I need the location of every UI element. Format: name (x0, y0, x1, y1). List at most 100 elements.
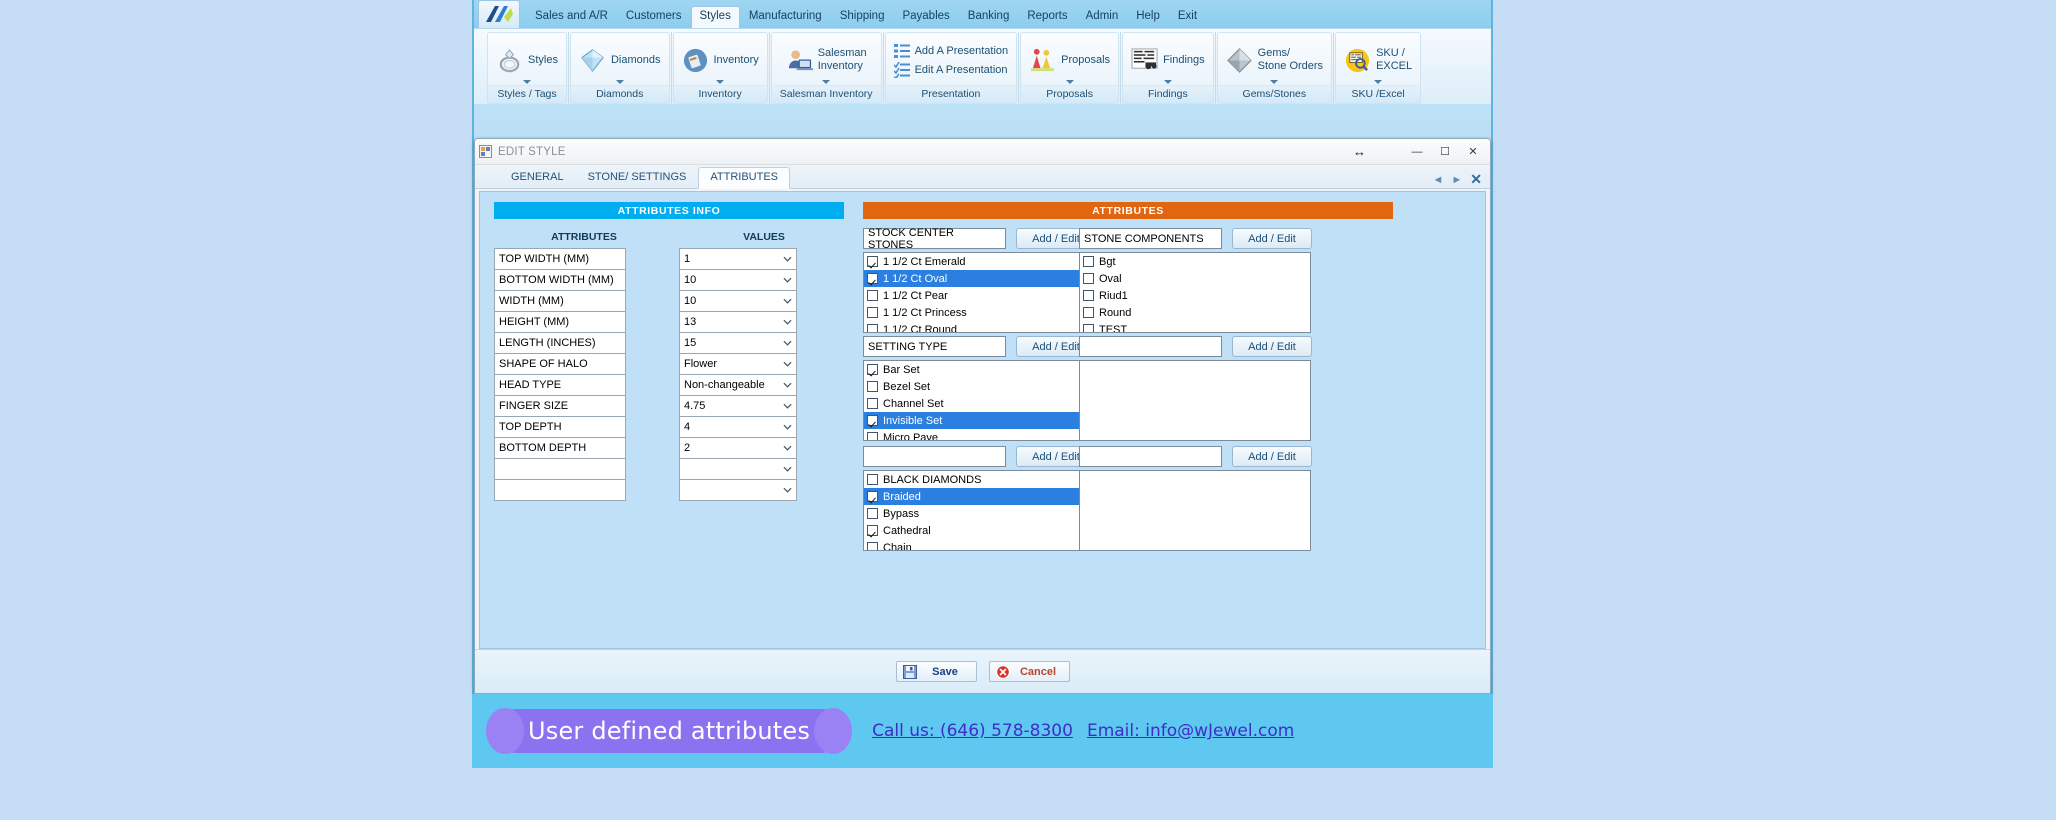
attribute-name-field[interactable] (494, 458, 626, 480)
list-item[interactable]: Bgt (1080, 253, 1310, 270)
checkbox-icon[interactable] (867, 324, 878, 332)
attribute-value-dropdown[interactable]: 4 (679, 416, 797, 438)
attribute-name-field[interactable]: BOTTOM WIDTH (MM) (494, 269, 626, 291)
list-item[interactable]: TEST (1080, 321, 1310, 332)
banner-email-link[interactable]: Email: info@wJewel.com (1087, 721, 1294, 741)
checkbox-icon[interactable] (867, 381, 878, 392)
menu-item-help[interactable]: Help (1127, 6, 1169, 29)
app-logo-button[interactable] (478, 0, 520, 28)
attribute-value-dropdown[interactable]: 2 (679, 437, 797, 459)
block-list[interactable]: BLACK DIAMONDS Braided Bypass Cathedral Chai… (863, 470, 1095, 551)
chevron-down-icon[interactable] (1270, 80, 1279, 84)
attribute-value-dropdown[interactable]: 1 (679, 248, 797, 270)
tab-close-button[interactable]: ✕ (1470, 171, 1482, 188)
checkbox-icon[interactable] (867, 474, 878, 485)
minimize-button[interactable]: — (1404, 143, 1430, 161)
block-name-input[interactable] (1079, 336, 1222, 357)
add-edit-button[interactable]: Add / Edit (1232, 446, 1312, 467)
list-item[interactable]: Cathedral (864, 522, 1094, 539)
attribute-name-field[interactable]: HEIGHT (MM) (494, 311, 626, 333)
checkbox-icon[interactable] (867, 508, 878, 519)
ribbon-button-diamonds[interactable]: Diamonds (569, 32, 670, 85)
block-list[interactable]: Bgt Oval Riud1 Round TEST (1079, 252, 1311, 333)
tab-attributes[interactable]: ATTRIBUTES (698, 167, 791, 189)
menu-item-admin[interactable]: Admin (1077, 6, 1128, 29)
checkbox-icon[interactable] (1083, 307, 1094, 318)
attribute-name-field[interactable]: WIDTH (MM) (494, 290, 626, 312)
attribute-name-field[interactable]: SHAPE OF HALO (494, 353, 626, 375)
checkbox-icon[interactable] (1083, 256, 1094, 267)
list-item[interactable]: Braided (864, 488, 1079, 505)
attribute-name-field[interactable]: TOP DEPTH (494, 416, 626, 438)
block-list[interactable]: 1 1/2 Ct Emerald 1 1/2 Ct Oval 1 1/2 Ct Pe… (863, 252, 1095, 333)
ribbon-button-gems-[interactable]: Gems/ Stone Orders (1216, 32, 1333, 85)
attribute-value-dropdown[interactable]: 4.75 (679, 395, 797, 417)
checkbox-icon[interactable] (867, 491, 878, 502)
block-name-input[interactable] (1079, 446, 1222, 467)
checkbox-icon[interactable] (867, 432, 878, 440)
list-item[interactable]: Bar Set (864, 361, 1094, 378)
maximize-button[interactable]: ☐ (1432, 143, 1458, 161)
block-name-input[interactable]: STONE COMPONENTS (1079, 228, 1222, 249)
tab-prev-button[interactable]: ◄ (1432, 174, 1443, 186)
ribbon-item-edit-a-presentation[interactable]: Edit A Presentation (893, 61, 1009, 78)
tab-next-button[interactable]: ► (1451, 174, 1462, 186)
checkbox-icon[interactable] (867, 542, 878, 550)
attribute-name-field[interactable]: BOTTOM DEPTH (494, 437, 626, 459)
chevron-down-icon[interactable] (615, 80, 624, 84)
chevron-down-icon[interactable] (1374, 80, 1383, 84)
list-item[interactable]: Riud1 (1080, 287, 1310, 304)
list-item[interactable]: 1 1/2 Ct Oval (864, 270, 1079, 287)
attribute-name-field[interactable] (494, 479, 626, 501)
ribbon-button-styles[interactable]: Styles (487, 32, 567, 85)
chevron-down-icon[interactable] (822, 80, 831, 84)
add-edit-button[interactable]: Add / Edit (1232, 336, 1312, 357)
list-item[interactable]: Chain (864, 539, 1094, 550)
list-item[interactable]: BLACK DIAMONDS (864, 471, 1094, 488)
menu-item-manufacturing[interactable]: Manufacturing (740, 6, 831, 29)
cancel-button[interactable]: Cancel (988, 661, 1070, 682)
checkbox-icon[interactable] (867, 525, 878, 536)
block-name-input[interactable] (863, 446, 1006, 467)
checkbox-icon[interactable] (867, 398, 878, 409)
checkbox-icon[interactable] (1083, 273, 1094, 284)
attribute-name-field[interactable]: HEAD TYPE (494, 374, 626, 396)
ribbon-button-inventory[interactable]: Inventory (672, 32, 768, 85)
add-edit-button[interactable]: Add / Edit (1232, 228, 1312, 249)
checkbox-icon[interactable] (1083, 290, 1094, 301)
checkbox-icon[interactable] (1083, 324, 1094, 332)
block-list[interactable] (1079, 470, 1311, 551)
attribute-value-dropdown[interactable]: 15 (679, 332, 797, 354)
list-item[interactable]: 1 1/2 Ct Princess (864, 304, 1094, 321)
resize-arrows-icon[interactable]: ↔ (1353, 144, 1366, 159)
menu-item-shipping[interactable]: Shipping (831, 6, 894, 29)
list-item[interactable]: Bypass (864, 505, 1094, 522)
attribute-value-dropdown[interactable]: Non-changeable (679, 374, 797, 396)
attribute-name-field[interactable]: LENGTH (INCHES) (494, 332, 626, 354)
list-item[interactable]: Round (1080, 304, 1310, 321)
ribbon-button-findings[interactable]: Findings (1122, 32, 1214, 85)
checkbox-icon[interactable] (867, 290, 878, 301)
list-item[interactable]: Bezel Set (864, 378, 1094, 395)
block-name-input[interactable]: STOCK CENTER STONES (863, 227, 1006, 251)
attribute-value-dropdown[interactable] (679, 458, 797, 480)
chevron-down-icon[interactable] (716, 80, 725, 84)
ribbon-button-sku-[interactable]: SKU / EXCEL (1335, 32, 1422, 85)
checkbox-icon[interactable] (867, 415, 878, 426)
block-list[interactable] (1079, 360, 1311, 441)
chevron-down-icon[interactable] (1065, 80, 1074, 84)
chevron-down-icon[interactable] (1163, 80, 1172, 84)
menu-item-sales-and-a-r[interactable]: Sales and A/R (526, 6, 617, 29)
menu-item-exit[interactable]: Exit (1169, 6, 1206, 29)
attribute-value-dropdown[interactable]: 10 (679, 269, 797, 291)
attribute-value-dropdown[interactable]: Flower (679, 353, 797, 375)
checkbox-icon[interactable] (867, 273, 878, 284)
checkbox-icon[interactable] (867, 364, 878, 375)
list-item[interactable]: Invisible Set (864, 412, 1079, 429)
attribute-value-dropdown[interactable]: 10 (679, 290, 797, 312)
chevron-down-icon[interactable] (522, 80, 531, 84)
menu-item-banking[interactable]: Banking (959, 6, 1019, 29)
list-item[interactable]: 1 1/2 Ct Pear (864, 287, 1094, 304)
ribbon-button-add-a-presentation[interactable]: Add A Presentation Edit A Presentation (884, 32, 1018, 85)
attribute-name-field[interactable]: FINGER SIZE (494, 395, 626, 417)
